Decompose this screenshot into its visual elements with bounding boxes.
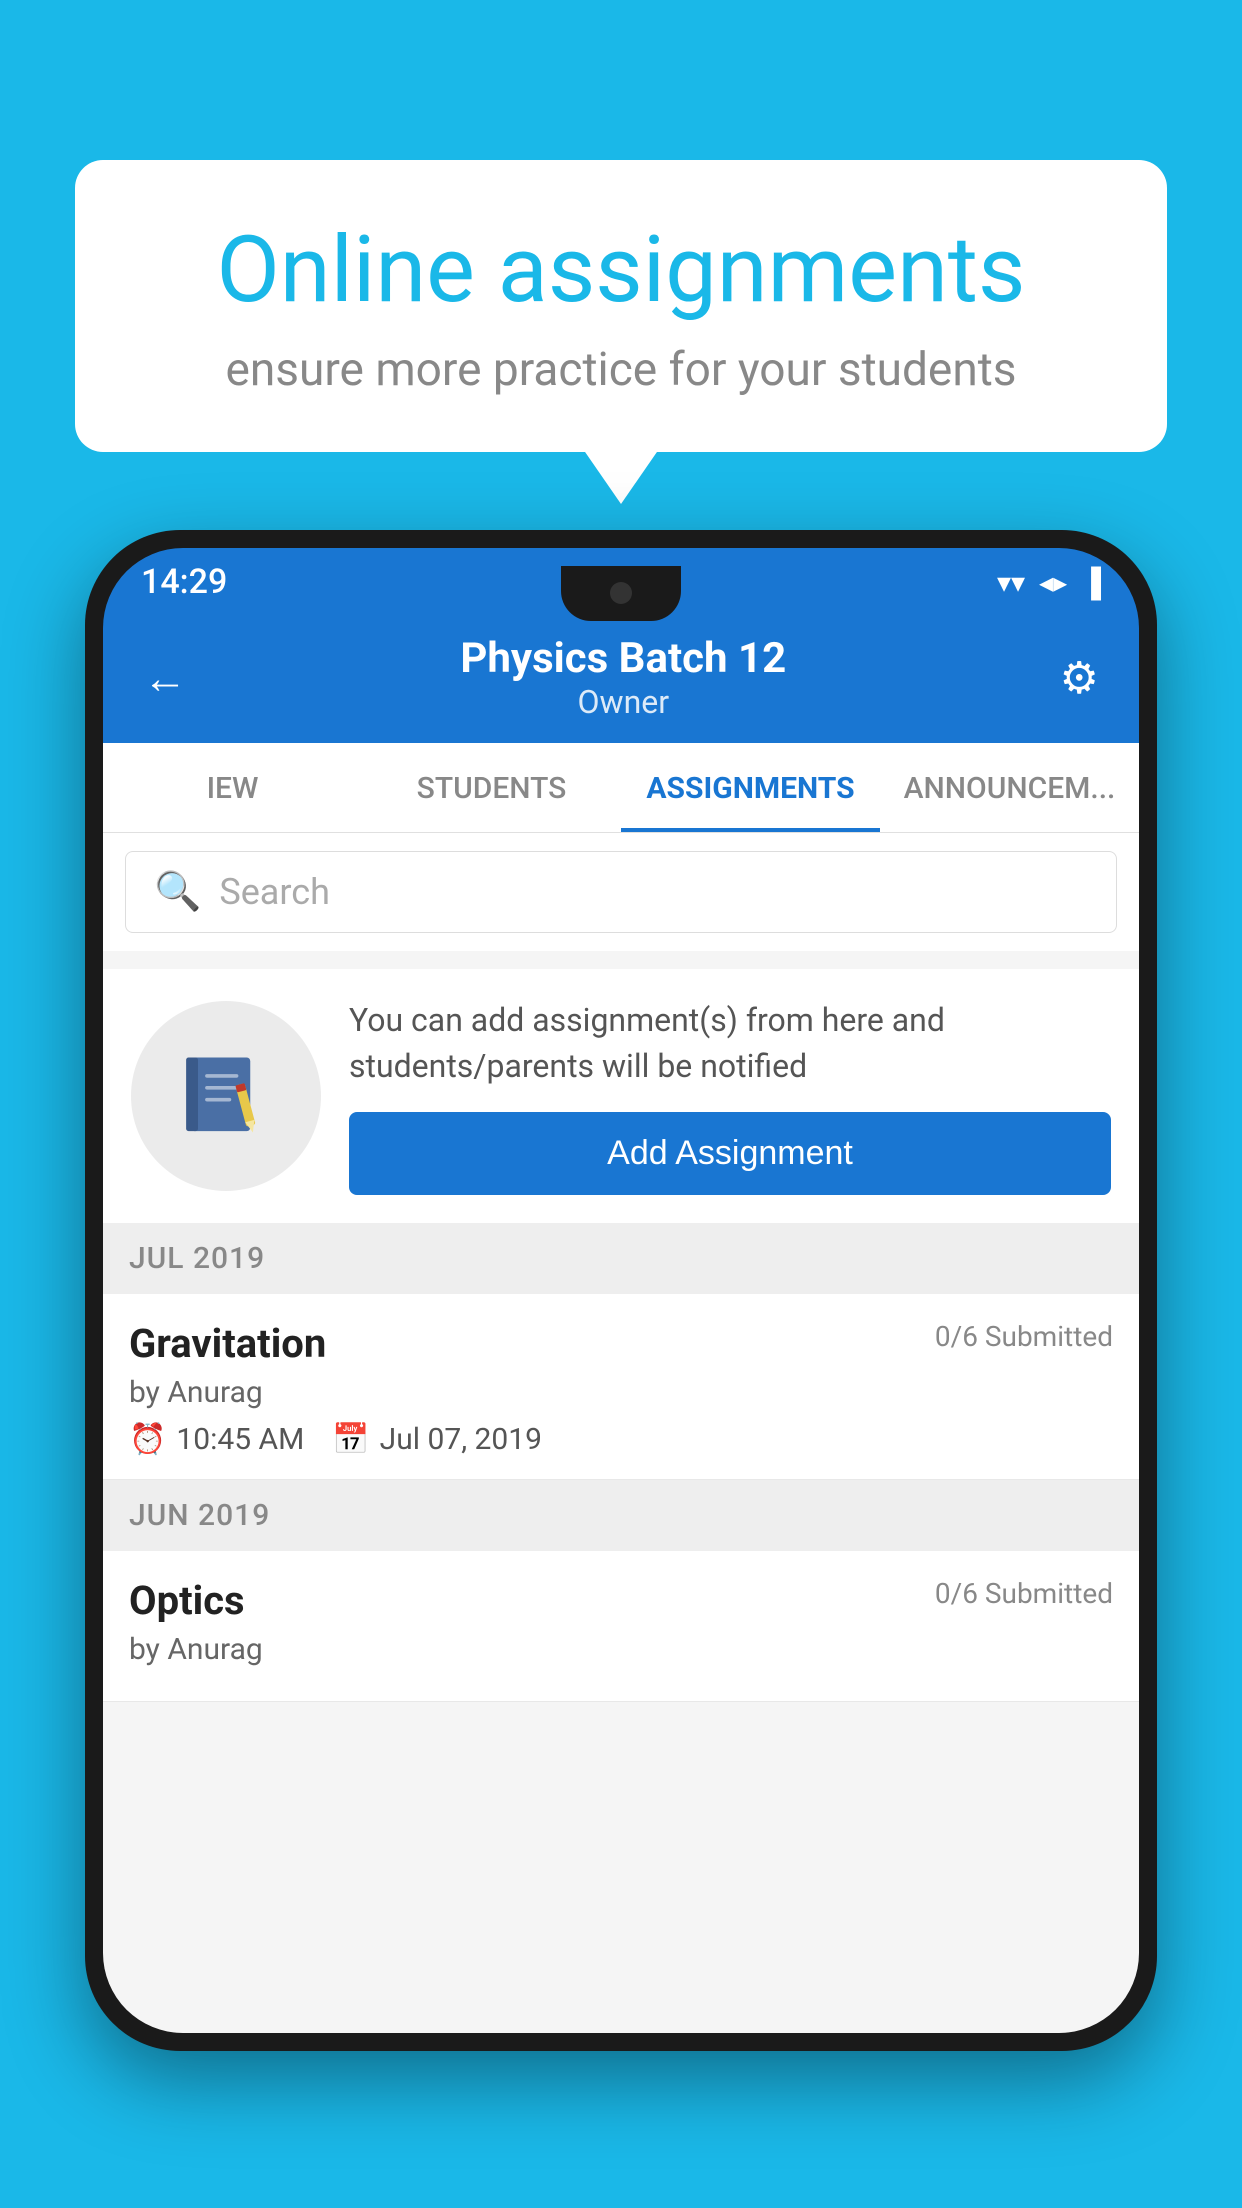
signal-icon: ◂▸ bbox=[1039, 566, 1067, 599]
screen-body: 🔍 Search bbox=[103, 833, 1139, 2033]
header-subtitle: Owner bbox=[460, 683, 786, 721]
optics-author: by Anurag bbox=[129, 1632, 1113, 1667]
search-icon: 🔍 bbox=[154, 870, 201, 914]
optics-top-row: Optics 0/6 Submitted bbox=[129, 1577, 1113, 1624]
clock-icon: ⏰ bbox=[129, 1422, 166, 1457]
gravitation-date-value: Jul 07, 2019 bbox=[380, 1422, 542, 1457]
optics-name: Optics bbox=[129, 1577, 245, 1624]
phone-notch bbox=[561, 566, 681, 621]
phone-inner: 14:29 ▾▾ ◂▸ ▐ ← Physics Batch 12 Owner ⚙ bbox=[103, 548, 1139, 2033]
gravitation-meta: ⏰ 10:45 AM 📅 Jul 07, 2019 bbox=[129, 1422, 1113, 1457]
gravitation-author: by Anurag bbox=[129, 1375, 1113, 1410]
gravitation-time: ⏰ 10:45 AM bbox=[129, 1422, 304, 1457]
phone-outer: 14:29 ▾▾ ◂▸ ▐ ← Physics Batch 12 Owner ⚙ bbox=[85, 530, 1157, 2051]
status-icons: ▾▾ ◂▸ ▐ bbox=[997, 566, 1101, 599]
gravitation-name: Gravitation bbox=[129, 1320, 326, 1367]
assignment-optics[interactable]: Optics 0/6 Submitted by Anurag bbox=[103, 1551, 1139, 1702]
section-label-jul: JUL 2019 bbox=[129, 1241, 265, 1276]
phone-frame: 14:29 ▾▾ ◂▸ ▐ ← Physics Batch 12 Owner ⚙ bbox=[85, 530, 1157, 2051]
bubble-title: Online assignments bbox=[145, 220, 1097, 321]
settings-icon[interactable]: ⚙ bbox=[1060, 652, 1099, 704]
battery-icon: ▐ bbox=[1081, 566, 1101, 599]
front-camera bbox=[610, 582, 632, 604]
info-text-block: You can add assignment(s) from here and … bbox=[349, 997, 1111, 1195]
add-assignment-button[interactable]: Add Assignment bbox=[349, 1112, 1111, 1195]
gravitation-time-value: 10:45 AM bbox=[176, 1422, 304, 1457]
gravitation-top-row: Gravitation 0/6 Submitted bbox=[129, 1320, 1113, 1367]
tabs-row: IEW STUDENTS ASSIGNMENTS ANNOUNCEM... bbox=[103, 743, 1139, 833]
tab-assignments[interactable]: ASSIGNMENTS bbox=[621, 743, 880, 832]
section-label-jun: JUN 2019 bbox=[129, 1498, 270, 1533]
info-card: You can add assignment(s) from here and … bbox=[103, 969, 1139, 1223]
info-description: You can add assignment(s) from here and … bbox=[349, 997, 1111, 1090]
speech-bubble-section: Online assignments ensure more practice … bbox=[75, 160, 1167, 452]
section-jul-2019: JUL 2019 bbox=[103, 1223, 1139, 1294]
search-bar[interactable]: 🔍 Search bbox=[125, 851, 1117, 933]
gravitation-submitted: 0/6 Submitted bbox=[935, 1320, 1113, 1353]
calendar-icon: 📅 bbox=[332, 1422, 369, 1457]
tab-announcements[interactable]: ANNOUNCEM... bbox=[880, 743, 1139, 832]
back-button[interactable]: ← bbox=[143, 652, 187, 704]
header-title: Physics Batch 12 bbox=[460, 634, 786, 683]
header-center: Physics Batch 12 Owner bbox=[460, 634, 786, 721]
optics-submitted: 0/6 Submitted bbox=[935, 1577, 1113, 1610]
gravitation-date: 📅 Jul 07, 2019 bbox=[332, 1422, 542, 1457]
speech-bubble: Online assignments ensure more practice … bbox=[75, 160, 1167, 452]
search-placeholder: Search bbox=[219, 871, 330, 913]
search-container: 🔍 Search bbox=[103, 833, 1139, 951]
tab-iew[interactable]: IEW bbox=[103, 743, 362, 832]
app-header: ← Physics Batch 12 Owner ⚙ bbox=[103, 616, 1139, 743]
wifi-icon: ▾▾ bbox=[997, 566, 1025, 599]
bubble-subtitle: ensure more practice for your students bbox=[145, 343, 1097, 397]
notebook-icon-circle bbox=[131, 1001, 321, 1191]
notebook-icon bbox=[179, 1048, 274, 1143]
status-time: 14:29 bbox=[141, 562, 227, 602]
section-jun-2019: JUN 2019 bbox=[103, 1480, 1139, 1551]
assignment-gravitation[interactable]: Gravitation 0/6 Submitted by Anurag ⏰ 10… bbox=[103, 1294, 1139, 1480]
tab-students[interactable]: STUDENTS bbox=[362, 743, 621, 832]
